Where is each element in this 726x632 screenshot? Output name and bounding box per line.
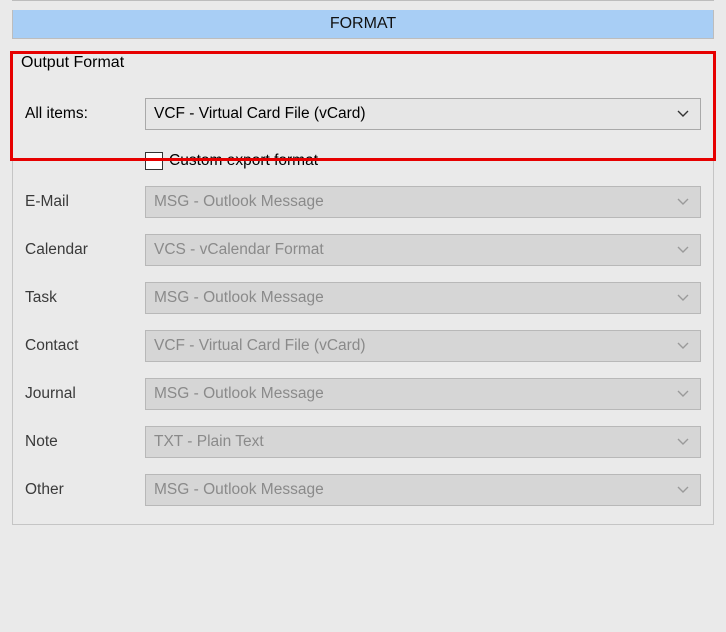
all-items-label: All items: [25,105,145,123]
other-select: MSG - Outlook Message [145,474,701,506]
task-select: MSG - Outlook Message [145,282,701,314]
format-header: FORMAT [12,10,714,39]
other-label: Other [25,481,145,499]
contact-select: VCF - Virtual Card File (vCard) [145,330,701,362]
chevron-down-icon [676,291,690,305]
chevron-down-icon [676,195,690,209]
other-value: MSG - Outlook Message [154,481,324,499]
note-select: TXT - Plain Text [145,426,701,458]
top-divider [12,0,714,10]
chevron-down-icon [676,339,690,353]
calendar-select: VCS - vCalendar Format [145,234,701,266]
chevron-down-icon [676,435,690,449]
contact-value: VCF - Virtual Card File (vCard) [154,337,366,355]
email-value: MSG - Outlook Message [154,193,324,211]
chevron-down-icon [676,243,690,257]
chevron-down-icon [676,107,690,121]
task-value: MSG - Outlook Message [154,289,324,307]
email-label: E-Mail [25,193,145,211]
calendar-value: VCS - vCalendar Format [154,241,324,259]
output-format-groupbox: Output Format All items: VCF - Virtual C… [12,53,714,525]
chevron-down-icon [676,387,690,401]
custom-export-label: Custom export format [169,152,318,170]
groupbox-title: Output Format [19,54,126,72]
note-label: Note [25,433,145,451]
all-items-select[interactable]: VCF - Virtual Card File (vCard) [145,98,701,130]
note-value: TXT - Plain Text [154,433,264,451]
custom-export-checkbox[interactable] [145,152,163,170]
journal-value: MSG - Outlook Message [154,385,324,403]
calendar-label: Calendar [25,241,145,259]
journal-label: Journal [25,385,145,403]
chevron-down-icon [676,483,690,497]
contact-label: Contact [25,337,145,355]
task-label: Task [25,289,145,307]
journal-select: MSG - Outlook Message [145,378,701,410]
all-items-value: VCF - Virtual Card File (vCard) [154,105,366,123]
format-header-label: FORMAT [330,15,396,32]
email-select: MSG - Outlook Message [145,186,701,218]
